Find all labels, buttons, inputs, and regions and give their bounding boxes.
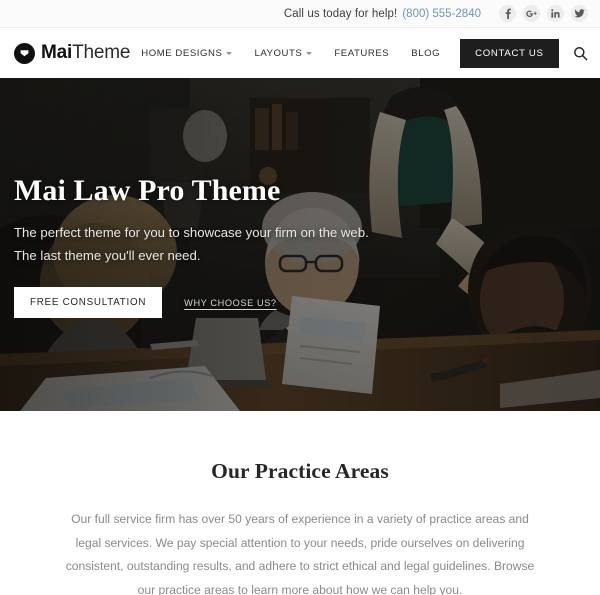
nav-label-features: Features: [334, 47, 390, 59]
envelope-mark-icon: [14, 42, 35, 64]
nav-item-blog[interactable]: Blog: [400, 48, 451, 59]
hero-subtitle-line-2: The last theme you'll ever need.: [14, 247, 201, 263]
hero-title: Mai Law Pro Theme: [14, 174, 281, 207]
chevron-down-icon: [306, 51, 313, 55]
logo-wordmark: MaiTheme: [41, 42, 130, 64]
nav-item-home-designs[interactable]: Home Designs: [130, 48, 243, 59]
hero-subtitle-line-1: The perfect theme for you to showcase yo…: [14, 225, 369, 240]
nav-label-home-designs: Home Designs: [141, 47, 223, 59]
practice-areas-section: Our Practice Areas Our full service firm…: [0, 411, 600, 595]
free-consultation-button[interactable]: Free Consultation: [14, 287, 163, 319]
why-choose-us-link[interactable]: Why Choose Us?: [184, 298, 276, 308]
hero-subtitle: The perfect theme for you to showcase yo…: [14, 222, 586, 267]
hero-actions: Free Consultation Why Choose Us?: [14, 287, 586, 319]
contact-us-button[interactable]: Contact Us: [460, 38, 559, 68]
top-utility-bar: Call us today for help! (800) 555-2840: [0, 0, 600, 28]
practice-areas-heading: Our Practice Areas: [211, 459, 389, 483]
practice-areas-paragraph: Our full service firm has over 50 years …: [65, 512, 535, 595]
phone-link[interactable]: (800) 555-2840: [402, 8, 481, 20]
help-text: Call us today for help!: [283, 7, 398, 20]
hero-section: Mai Law Pro Theme The perfect theme for …: [0, 78, 600, 411]
main-navigation: Home Designs Layouts Features Blog Conta…: [130, 38, 589, 68]
facebook-icon[interactable]: [499, 5, 516, 22]
chevron-down-icon: [226, 51, 233, 55]
search-icon[interactable]: [573, 46, 588, 61]
nav-item-features[interactable]: Features: [323, 48, 400, 59]
social-links: [499, 5, 588, 22]
nav-item-layouts[interactable]: Layouts: [243, 48, 323, 59]
site-logo[interactable]: MaiTheme: [14, 42, 130, 64]
nav-label-blog: Blog: [411, 47, 441, 59]
google-plus-icon[interactable]: [523, 5, 540, 22]
nav-label-layouts: Layouts: [254, 47, 303, 59]
logo-light: Theme: [72, 42, 131, 63]
twitter-icon[interactable]: [571, 5, 588, 22]
hero-content: Mai Law Pro Theme The perfect theme for …: [14, 174, 586, 319]
linkedin-icon[interactable]: [547, 5, 564, 22]
logo-bold: Mai: [41, 42, 73, 63]
site-header: MaiTheme Home Designs Layouts Features B…: [0, 28, 600, 78]
